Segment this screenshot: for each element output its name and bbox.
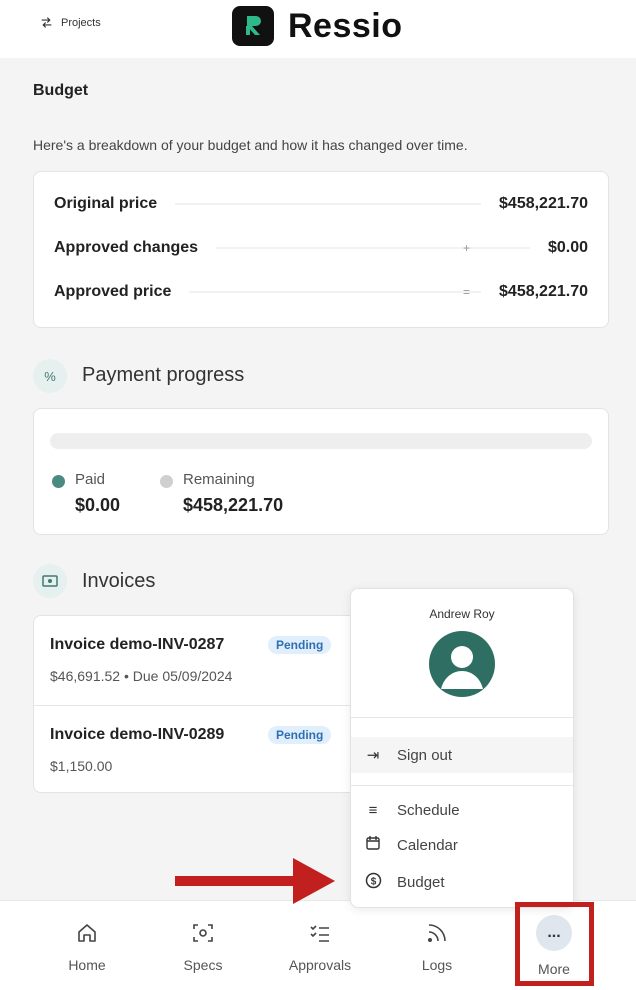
- scan-icon: [189, 919, 217, 947]
- calendar-icon: [363, 835, 383, 855]
- row-divider: [216, 247, 530, 249]
- invoices-title: Invoices: [82, 570, 156, 592]
- paid-label: Paid: [75, 471, 106, 488]
- projects-button[interactable]: Projects: [40, 16, 101, 29]
- budget-row-value: $458,221.70: [499, 195, 588, 212]
- svg-text:$: $: [370, 876, 376, 887]
- switch-icon: [41, 17, 52, 28]
- menu-divider: [351, 785, 573, 786]
- row-divider: [189, 291, 482, 293]
- menu-item-label: Calendar: [397, 836, 458, 854]
- menu-item-schedule[interactable]: ≡ Schedule: [351, 792, 573, 828]
- progress-bar: [50, 433, 592, 449]
- menu-item-label: Schedule: [397, 801, 460, 819]
- checklist-icon: [306, 919, 334, 947]
- avatar: [429, 631, 495, 697]
- brand-mark-icon: [232, 6, 274, 46]
- budget-row: Approved price = $458,221.70: [54, 280, 588, 304]
- menu-item-calendar[interactable]: Calendar: [351, 827, 573, 863]
- schedule-icon: ≡: [368, 801, 378, 819]
- page-title: Budget: [33, 82, 89, 99]
- nav-approvals[interactable]: Approvals: [265, 901, 375, 990]
- budget-row-value: $0.00: [547, 239, 588, 256]
- invoice-details: $1,150.00: [50, 758, 113, 774]
- projects-label: Projects: [61, 16, 101, 29]
- brand-name: Ressio: [288, 6, 403, 45]
- nav-more[interactable]: ... More: [499, 901, 609, 990]
- payment-progress-card: Paid $0.00 Remaining $458,221.70: [33, 408, 609, 535]
- user-name: Andrew Roy: [429, 607, 495, 621]
- menu-item-budget[interactable]: $ Budget: [351, 864, 573, 900]
- budget-row-value: $458,221.70: [499, 283, 588, 300]
- budget-row-label: Approved price: [54, 283, 172, 300]
- budget-row: Original price $458,221.70: [54, 192, 588, 216]
- remaining-label: Remaining: [183, 471, 255, 488]
- menu-divider: [351, 717, 573, 718]
- status-badge: Pending: [268, 636, 332, 654]
- home-icon: [73, 919, 101, 947]
- brand-logo: Ressio: [232, 6, 403, 46]
- budget-row-label: Approved changes: [54, 239, 199, 256]
- menu-item-label: Budget: [397, 873, 445, 891]
- payment-progress-title: Payment progress: [82, 364, 245, 386]
- nav-label: Home: [68, 957, 106, 973]
- percent-icon: %: [33, 359, 67, 393]
- remaining-dot-icon: [160, 475, 173, 488]
- bottom-nav: Home Specs Approvals Logs ... More: [0, 900, 636, 990]
- page-description: Here's a breakdown of your budget and ho…: [33, 137, 468, 153]
- equals-sign: =: [462, 285, 470, 299]
- red-arrow-icon: [175, 858, 335, 904]
- dollar-circle-icon: $: [363, 872, 383, 893]
- nav-label: Logs: [421, 957, 453, 973]
- nav-logs[interactable]: Logs: [382, 901, 492, 990]
- rss-icon: [423, 919, 451, 947]
- sign-out-label: Sign out: [397, 746, 453, 764]
- budget-row: Approved changes + $0.00: [54, 236, 588, 260]
- row-divider: [175, 203, 482, 205]
- nav-label: More: [538, 961, 570, 977]
- plus-sign: +: [462, 241, 470, 255]
- app-header: Projects Ressio: [0, 0, 636, 58]
- nav-label: Approvals: [288, 957, 352, 973]
- budget-row-label: Original price: [54, 195, 158, 212]
- budget-summary-card: Original price $458,221.70 Approved chan…: [33, 171, 609, 328]
- nav-specs[interactable]: Specs: [148, 901, 258, 990]
- paid-dot-icon: [52, 475, 65, 488]
- invoice-name: Invoice demo-INV-0287: [50, 636, 225, 653]
- status-badge: Pending: [268, 726, 332, 744]
- nav-label: Specs: [183, 957, 223, 973]
- nav-home[interactable]: Home: [32, 901, 142, 990]
- invoice-icon: [33, 564, 67, 598]
- paid-value: $0.00: [75, 495, 121, 515]
- more-icon: ...: [536, 915, 572, 951]
- remaining-value: $458,221.70: [183, 495, 284, 515]
- more-menu: Andrew Roy ⇥ Sign out ≡ Schedule Calenda…: [350, 588, 574, 908]
- sign-out-item[interactable]: ⇥ Sign out: [351, 737, 573, 773]
- invoice-details: $46,691.52 • Due 05/09/2024: [50, 668, 233, 684]
- sign-out-icon: ⇥: [366, 747, 380, 764]
- invoice-name: Invoice demo-INV-0289: [50, 726, 225, 743]
